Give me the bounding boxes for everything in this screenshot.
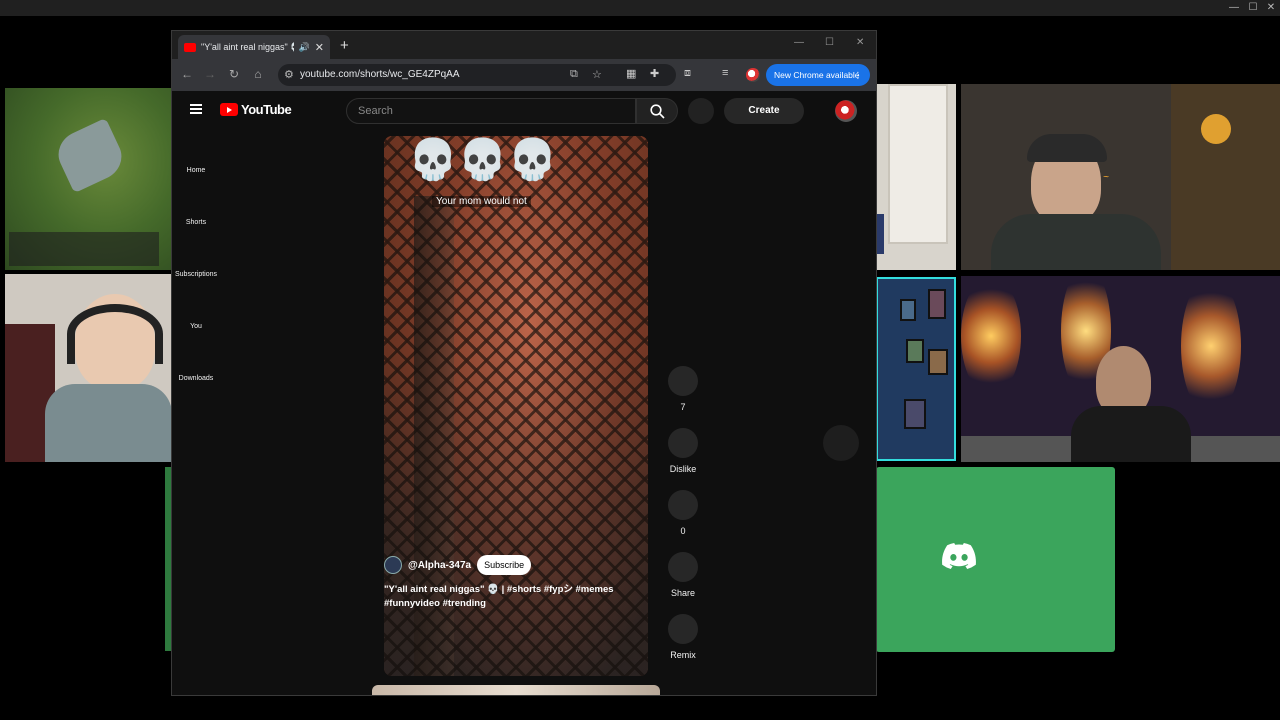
remix-icon[interactable] <box>668 614 698 644</box>
discord-icon <box>942 543 976 569</box>
outer-maximize-button[interactable]: ☐ <box>1245 2 1261 14</box>
bookmark-star-icon[interactable]: ☆ <box>592 68 602 81</box>
tab-youtube-short[interactable]: "Y'all aint real niggas" 💀 | # 🔊 ✕ <box>178 35 330 59</box>
channel-row: @Alpha-347a Subscribe <box>384 555 532 575</box>
minimize-button[interactable]: — <box>794 37 804 48</box>
chrome-window: "Y'all aint real niggas" 💀 | # 🔊 ✕ + — ☐… <box>171 30 877 696</box>
menu-hamburger-icon[interactable] <box>190 104 202 114</box>
short-info-overlay: @Alpha-347a Subscribe "Y'all aint real n… <box>384 91 648 695</box>
outer-minimize-button[interactable]: — <box>1226 2 1242 14</box>
account-avatar[interactable] <box>835 100 857 122</box>
reload-icon[interactable]: ↻ <box>227 67 241 81</box>
sidebar-item-home[interactable]: Home <box>172 167 220 174</box>
comment-icon[interactable] <box>668 490 698 520</box>
video-tile-participant-1[interactable] <box>5 274 172 462</box>
profile-avatar-icon[interactable] <box>746 68 760 82</box>
short-title[interactable]: "Y'all aint real niggas" 💀 | #shorts #fy… <box>384 583 652 611</box>
new-chrome-available-button[interactable]: New Chrome available ⋮ <box>766 64 870 86</box>
speaker-icon[interactable]: 🔊 <box>299 42 310 53</box>
new-chrome-label: New Chrome available <box>774 70 860 80</box>
desktop-screen: — ☐ ✕ ~ "Y'all aint real niggas" 🔊 ✕ + —… <box>0 0 1280 720</box>
share-action: Share <box>668 552 698 598</box>
back-arrow-icon[interactable]: ← <box>180 67 194 81</box>
install-app-icon[interactable]: ⧉ <box>570 68 578 81</box>
sidebar-item-subscriptions[interactable]: Subscriptions <box>172 271 220 278</box>
remix-label: Remix <box>670 650 696 660</box>
cast-icon[interactable]: ⧈ <box>684 67 691 80</box>
sidebar-item-shorts[interactable]: Shorts <box>172 219 220 226</box>
forward-arrow-icon[interactable]: → <box>203 67 217 81</box>
create-button[interactable]: Create <box>724 98 804 124</box>
remix-action: Remix <box>668 614 698 660</box>
maximize-button[interactable]: ☐ <box>825 37 834 48</box>
voice-search-button[interactable] <box>688 98 714 124</box>
video-tile-discord-placeholder[interactable] <box>876 467 1115 652</box>
search-icon <box>650 104 665 119</box>
browser-toolbar: ← → ↻ ⌂ ⚙ youtube.com/shorts/wc_GE4ZPqAA… <box>172 59 876 91</box>
dislike-label: Dislike <box>669 464 697 474</box>
more-menu-icon[interactable]: ⋮ <box>854 64 863 86</box>
tab-strip: "Y'all aint real niggas" 💀 | # 🔊 ✕ + — ☐… <box>172 31 876 59</box>
like-count: 7 <box>680 402 686 412</box>
channel-name[interactable]: @Alpha-347a <box>408 560 471 571</box>
share-label: Share <box>670 588 696 598</box>
outer-window-titlebar: — ☐ ✕ <box>0 0 1280 16</box>
subscribe-button[interactable]: Subscribe <box>477 555 532 575</box>
comment-action: 0 <box>668 490 698 536</box>
dislike-action: Dislike <box>668 428 698 474</box>
url-text[interactable]: youtube.com/shorts/wc_GE4ZPqAA <box>300 69 460 80</box>
video-tile-game-stream[interactable] <box>5 88 172 270</box>
sidebar-item-you[interactable]: You <box>172 323 220 330</box>
youtube-wordmark: YouTube <box>241 102 292 117</box>
comment-count: 0 <box>680 526 686 536</box>
youtube-play-icon <box>220 103 238 116</box>
video-tile-participant-2[interactable] <box>876 84 956 270</box>
youtube-page: YouTube Search Create Home Shorts Subscr… <box>172 91 876 695</box>
address-bar[interactable]: ⚙ youtube.com/shorts/wc_GE4ZPqAA ⧉ ☆ <box>278 64 676 86</box>
next-short-preview[interactable] <box>372 685 660 695</box>
new-tab-button[interactable]: + <box>340 37 349 54</box>
video-tile-participant-5[interactable] <box>961 276 1280 462</box>
share-icon[interactable] <box>668 552 698 582</box>
youtube-favicon-icon <box>184 42 196 52</box>
video-tile-participant-3[interactable]: ~ <box>961 84 1280 270</box>
tab-close-icon[interactable]: ✕ <box>315 41 324 54</box>
close-window-button[interactable]: ✕ <box>856 37 864 48</box>
video-tile-participant-4[interactable] <box>876 277 956 461</box>
like-action: 7 <box>668 366 698 412</box>
like-icon[interactable] <box>668 366 698 396</box>
outer-close-button[interactable]: ✕ <box>1263 2 1279 14</box>
next-short-button[interactable] <box>823 425 859 461</box>
channel-avatar[interactable] <box>384 556 402 574</box>
extension-icon[interactable]: ▦ <box>626 67 636 80</box>
home-icon[interactable]: ⌂ <box>251 67 265 81</box>
site-info-icon[interactable]: ⚙ <box>284 68 294 81</box>
dislike-icon[interactable] <box>668 428 698 458</box>
sidebar-item-downloads[interactable]: Downloads <box>172 375 220 382</box>
extensions-puzzle-icon[interactable]: ✚ <box>650 67 659 80</box>
tab-title: "Y'all aint real niggas" 💀 | # <box>201 41 294 52</box>
media-queue-icon[interactable]: ≡ <box>722 67 728 79</box>
youtube-logo[interactable]: YouTube <box>220 102 292 117</box>
